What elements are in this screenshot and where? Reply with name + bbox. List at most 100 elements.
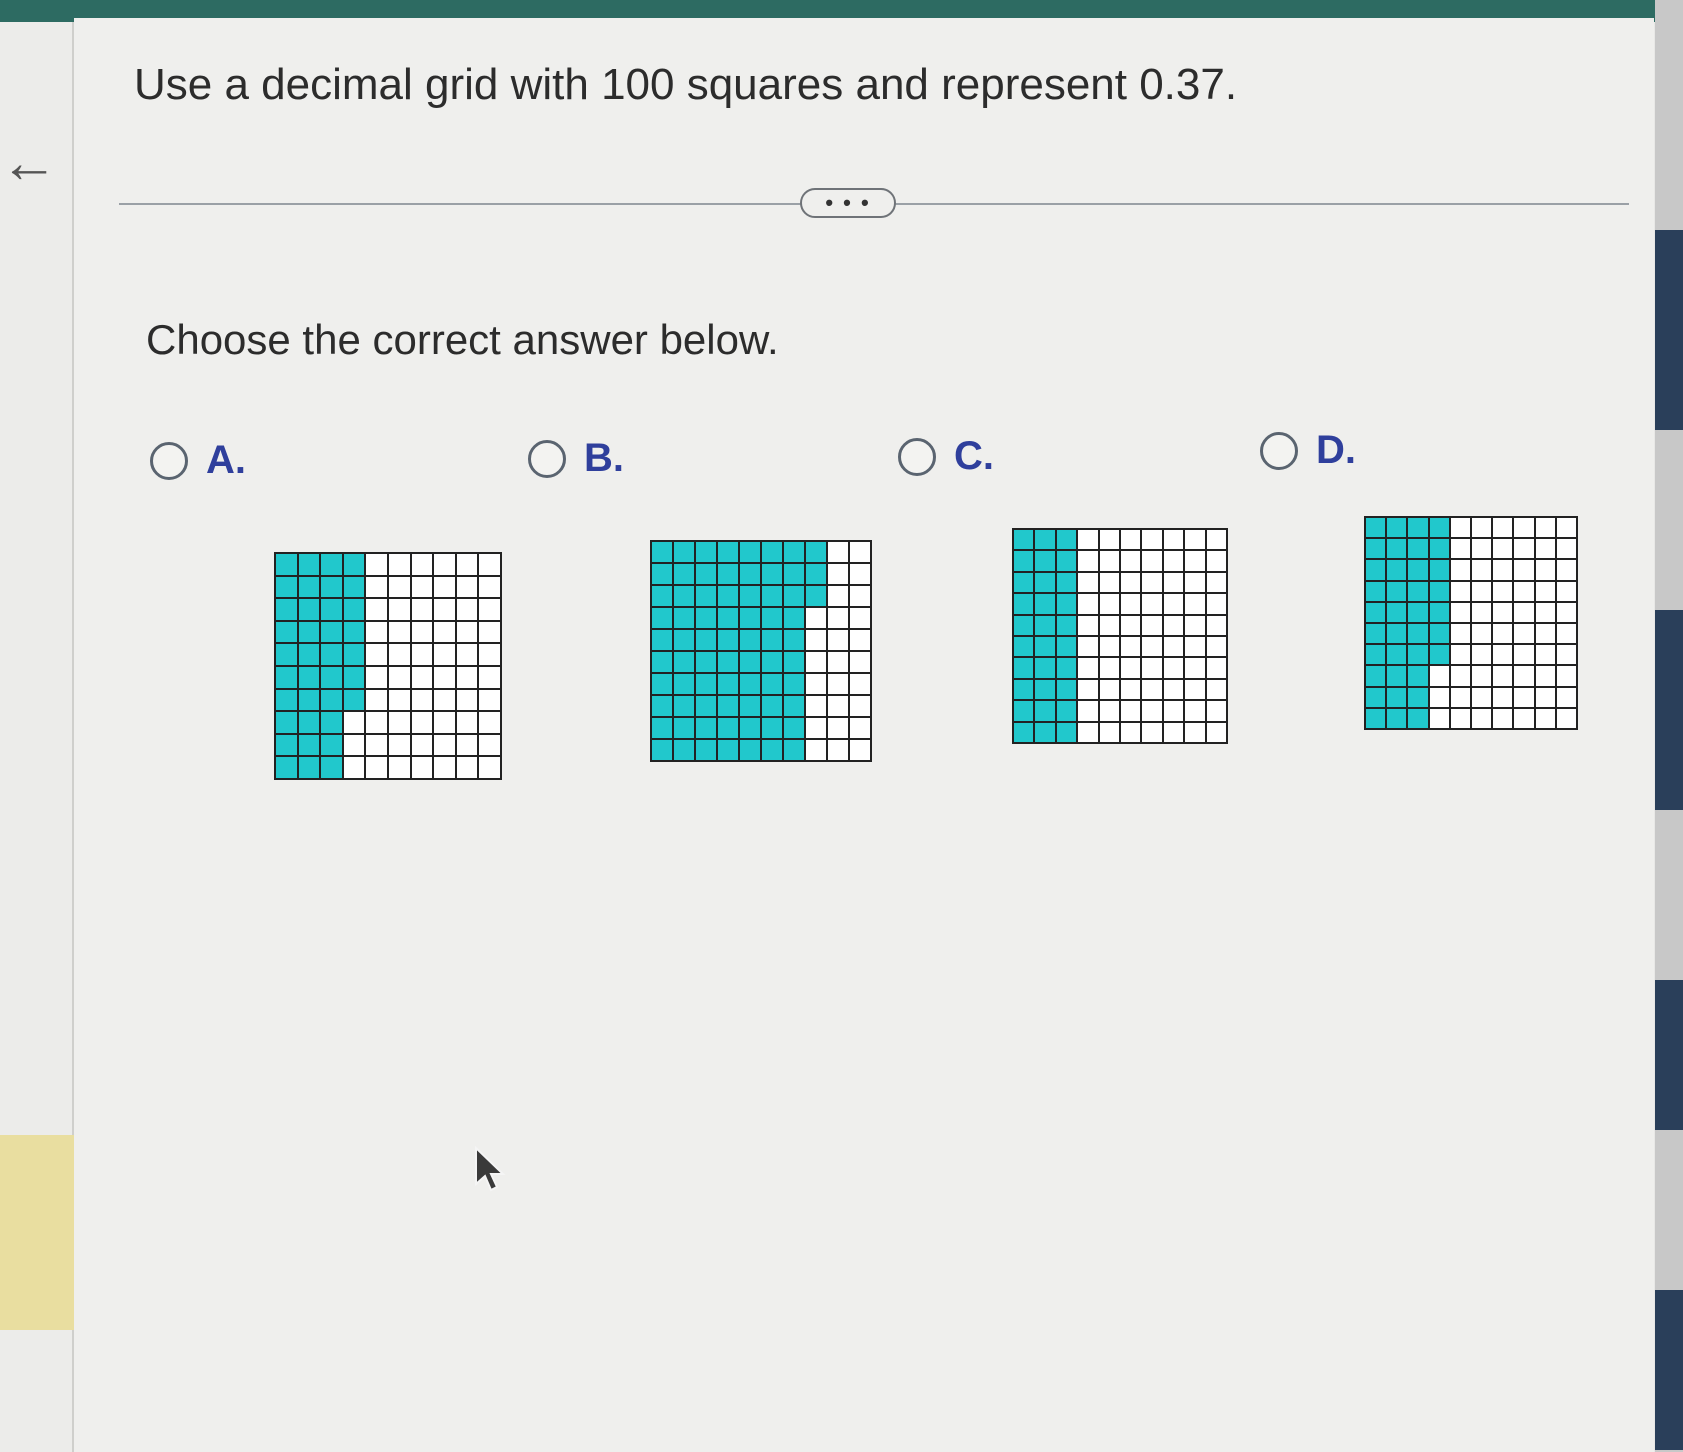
grid-square [1556, 687, 1576, 707]
grid-square [850, 564, 870, 584]
grid-square [1366, 602, 1386, 622]
grid-square [1514, 624, 1534, 644]
grid-square [762, 586, 782, 606]
grid-square [696, 564, 716, 584]
grid-square [1450, 602, 1470, 622]
radio-button[interactable] [150, 441, 188, 480]
decimal-grid-c [1012, 528, 1228, 744]
grid-square [1366, 645, 1386, 665]
grid-square [674, 674, 694, 694]
radio-button[interactable] [898, 437, 936, 476]
grid-square [456, 667, 478, 688]
grid-square [1514, 518, 1534, 538]
grid-square [343, 712, 365, 733]
grid-square [343, 599, 365, 620]
grid-square [1014, 636, 1034, 657]
grid-square [1163, 679, 1184, 700]
grid-square [784, 608, 804, 628]
prompt-text: Choose the correct answer below. [146, 316, 779, 363]
grid-square [1408, 645, 1428, 665]
grid-square [1514, 560, 1534, 580]
grid-square [1493, 581, 1513, 601]
grid-square [1163, 530, 1184, 550]
grid-square [718, 718, 738, 738]
grid-square [1472, 539, 1492, 559]
arrow-left-icon[interactable]: ← [0, 134, 58, 192]
grid-square [1493, 687, 1513, 707]
grid-square [762, 564, 782, 584]
grid-square [674, 608, 694, 628]
grid-square [1408, 666, 1428, 686]
grid-square [718, 696, 738, 716]
grid-square [479, 621, 500, 643]
grid-square [762, 608, 782, 628]
grid-square [652, 696, 672, 716]
grid-square [652, 564, 672, 584]
grid-square [389, 689, 410, 711]
grid-square [1099, 551, 1119, 571]
grid-square [740, 674, 760, 694]
grid-square [389, 667, 410, 688]
grid-square [434, 757, 455, 778]
grid-square [1142, 679, 1162, 700]
grid-square [1142, 636, 1162, 657]
grid-square [1450, 624, 1470, 644]
grid-square [674, 630, 694, 650]
grid-square [1450, 560, 1470, 580]
grid-square [1366, 666, 1386, 686]
grid-square [1472, 687, 1492, 707]
grid-square [1472, 560, 1492, 580]
grid-square [1206, 594, 1226, 614]
option-a[interactable]: A. [150, 438, 246, 483]
grid-square [1472, 581, 1492, 601]
option-b[interactable]: B. [528, 436, 624, 481]
grid-square [1472, 708, 1492, 728]
grid-square [343, 757, 365, 778]
grid-square [411, 757, 433, 778]
grid-square [1014, 722, 1034, 742]
grid-square [740, 718, 760, 738]
grid-square [1514, 581, 1534, 601]
grid-square [850, 674, 870, 694]
grid-square [1142, 551, 1162, 571]
grid-square [828, 740, 848, 760]
grid-square [1206, 722, 1226, 742]
grid-square [806, 586, 826, 606]
grid-square [850, 740, 870, 760]
grid-square [652, 630, 672, 650]
grid-square [1514, 539, 1534, 559]
grid-square [1366, 708, 1386, 728]
grid-square [1056, 636, 1077, 657]
grid-square [1514, 708, 1534, 728]
grid-square [652, 718, 672, 738]
grid-square [718, 652, 738, 672]
grid-square [276, 689, 297, 711]
radio-button[interactable] [1260, 431, 1298, 470]
grid-square [806, 740, 826, 760]
grid-square [1035, 572, 1055, 593]
grid-square [674, 740, 694, 760]
grid-square [411, 576, 433, 598]
radio-button[interactable] [528, 439, 566, 478]
grid-square [1472, 645, 1492, 665]
grid-square [343, 644, 365, 665]
grid-square [1163, 551, 1184, 571]
grid-square [411, 644, 433, 665]
grid-square [828, 608, 848, 628]
grid-square [479, 689, 500, 711]
option-d[interactable]: D. [1260, 428, 1356, 473]
grid-square [1078, 636, 1098, 657]
grid-square [434, 712, 455, 733]
question-text: Use a decimal grid with 100 squares and … [134, 60, 1238, 109]
grid-square [1185, 530, 1205, 550]
option-c[interactable]: C. [898, 434, 994, 479]
grid-square [1099, 572, 1119, 593]
more-button[interactable]: • • • [800, 188, 896, 218]
grid-square [1535, 602, 1555, 622]
grid-square [434, 554, 455, 575]
grid-square [806, 542, 826, 562]
grid-square [1408, 602, 1428, 622]
grid-square [1035, 615, 1055, 635]
grid-square [1429, 560, 1449, 580]
grid-square [276, 644, 297, 665]
